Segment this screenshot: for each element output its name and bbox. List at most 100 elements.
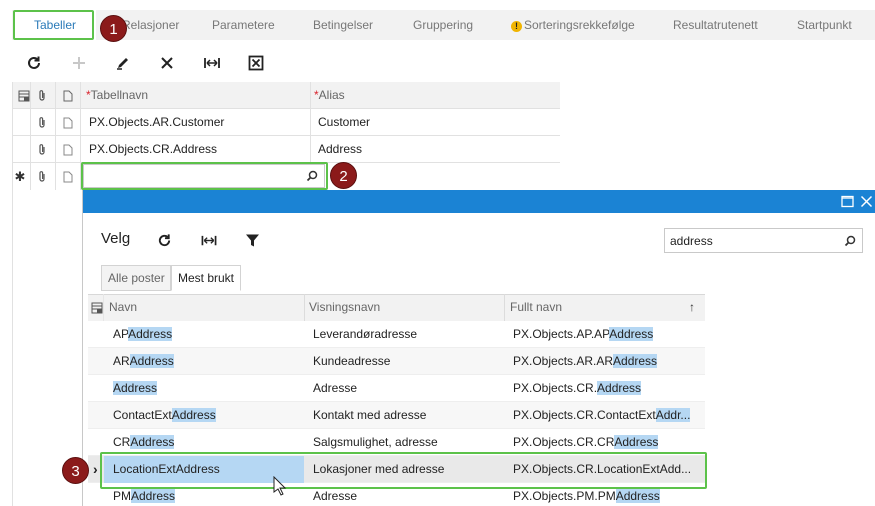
display-name: Kundeadresse	[313, 354, 391, 368]
lookup-cell-visningsnavn[interactable]: Leverandøradresse	[313, 321, 499, 348]
column-header-fullt-navn[interactable]: Fullt navn	[510, 294, 680, 321]
table-name-input[interactable]	[83, 164, 325, 188]
row-settings-icon[interactable]	[91, 302, 103, 314]
refresh-icon[interactable]	[157, 233, 172, 248]
table-row-2-alias[interactable]: Address	[318, 136, 548, 163]
full-name-match: Address	[609, 327, 654, 341]
delete-button[interactable]	[154, 50, 180, 76]
tab-startpunkt[interactable]: Startpunkt	[797, 10, 852, 40]
column-header-alias[interactable]: *Alias	[314, 82, 554, 109]
attachment-icon[interactable]	[30, 163, 54, 190]
fit-columns-icon[interactable]	[200, 233, 218, 248]
mouse-cursor-icon	[273, 476, 287, 496]
lookup-cell-visningsnavn[interactable]: Kundeadresse	[313, 348, 499, 375]
lookup-cell-fullt-navn[interactable]: PX.Objects.CR.ContactExtAddr...	[513, 402, 699, 429]
edit-button[interactable]	[110, 50, 136, 76]
grid-column-divider	[80, 82, 81, 190]
lookup-cell-navn[interactable]: LocationExtAddress	[113, 456, 299, 483]
column-header-alias-label: Alias	[318, 88, 345, 102]
refresh-button[interactable]	[21, 50, 47, 76]
full-name-prefix: PX.Objects.CR.	[513, 381, 598, 395]
full-name-prefix: PX.Objects.PM.PM	[513, 489, 616, 503]
grid-toolbar	[12, 44, 875, 82]
name-prefix: AP	[113, 327, 129, 341]
maximize-icon[interactable]	[840, 194, 855, 209]
lookup-cell-fullt-navn[interactable]: PX.Objects.PM.PMAddress	[513, 483, 699, 506]
display-name: Leverandøradresse	[313, 327, 418, 341]
note-icon[interactable]	[56, 136, 80, 163]
display-name: Salgsmulighet, adresse	[313, 435, 438, 449]
grid-divider	[12, 108, 560, 109]
search-icon[interactable]	[306, 170, 318, 182]
export-excel-button[interactable]	[243, 50, 269, 76]
full-name-match: Address	[597, 381, 642, 395]
lookup-panel: Velg address Alle poster Mest brukt Navn…	[82, 190, 875, 506]
name-prefix: CR	[113, 435, 131, 449]
lookup-cell-navn[interactable]: Address	[113, 375, 299, 402]
step-badge-2: 2	[330, 162, 357, 189]
grid-divider	[12, 135, 560, 136]
grid-left-border	[12, 82, 13, 506]
lookup-cell-fullt-navn[interactable]: PX.Objects.CR.CRAddress	[513, 429, 699, 456]
tab-resultatrutenett[interactable]: Resultatrutenett	[673, 10, 758, 40]
grid-column-divider	[30, 82, 31, 190]
fit-columns-button[interactable]	[199, 50, 225, 76]
close-icon[interactable]	[859, 194, 874, 209]
lookup-cell-visningsnavn[interactable]: Salgsmulighet, adresse	[313, 429, 499, 456]
display-name: Kontakt med adresse	[313, 408, 427, 422]
lookup-cell-fullt-navn[interactable]: PX.Objects.CR.Address	[513, 375, 699, 402]
column-divider	[504, 294, 505, 321]
tab-tabeller[interactable]: Tabeller	[14, 10, 96, 40]
lookup-cell-visningsnavn[interactable]: Adresse	[313, 483, 499, 506]
lookup-cell-navn[interactable]: ContactExtAddress	[113, 402, 299, 429]
name-match: Address	[113, 381, 158, 395]
lookup-cell-navn[interactable]: ARAddress	[113, 348, 299, 375]
tab-alle-poster[interactable]: Alle poster	[101, 265, 171, 291]
edit-icon	[117, 58, 128, 70]
attachment-icon[interactable]	[30, 136, 54, 163]
add-button[interactable]	[66, 50, 92, 76]
full-name-prefix: PX.Objects.CR.LocationExtAdd...	[513, 462, 692, 476]
tab-relasjoner[interactable]: Relasjoner	[122, 10, 179, 40]
name-match: Address	[171, 408, 216, 422]
full-name-prefix: PX.Objects.AR.AR	[513, 354, 614, 368]
tab-parametere[interactable]: Parametere	[212, 10, 275, 40]
select-button[interactable]: Velg	[101, 230, 130, 247]
column-header-navn[interactable]: Navn	[109, 294, 299, 321]
display-name: Adresse	[313, 489, 358, 503]
lookup-cell-navn[interactable]: PMAddress	[113, 483, 299, 506]
lookup-cell-navn[interactable]: CRAddress	[113, 429, 299, 456]
filter-icon[interactable]	[245, 233, 260, 248]
tab-gruppering[interactable]: Gruppering	[413, 10, 473, 40]
lookup-cell-visningsnavn[interactable]: Kontakt med adresse	[313, 402, 499, 429]
name-match: Address	[129, 354, 174, 368]
lookup-search-input[interactable]: address	[664, 228, 863, 253]
table-row-1-alias[interactable]: Customer	[318, 109, 548, 136]
attachment-icon[interactable]	[30, 109, 54, 136]
lookup-cell-visningsnavn[interactable]: Lokasjoner med adresse	[313, 456, 499, 483]
note-icon[interactable]	[56, 109, 80, 136]
add-icon	[73, 57, 85, 69]
column-header-tabellnavn[interactable]: *Tabellnavn	[86, 82, 306, 109]
lookup-cell-visningsnavn[interactable]: Adresse	[313, 375, 499, 402]
table-row-2-tabellnavn[interactable]: PX.Objects.CR.Address	[89, 136, 304, 163]
full-name-match: Address	[614, 435, 659, 449]
name-match: Address	[131, 489, 176, 503]
lookup-cell-fullt-navn[interactable]: PX.Objects.CR.LocationExtAdd...	[513, 456, 699, 483]
table-row-1-tabellnavn[interactable]: PX.Objects.AR.Customer	[89, 109, 304, 136]
column-header-visningsnavn[interactable]: Visningsnavn	[309, 294, 499, 321]
lookup-cell-fullt-navn[interactable]: PX.Objects.AR.ARAddress	[513, 348, 699, 375]
note-header-icon	[56, 82, 80, 109]
tab-betingelser[interactable]: Betingelser	[313, 10, 373, 40]
step-badge-1: 1	[100, 15, 127, 42]
tab-sorteringsrekkefolge[interactable]: ! Sorteringsrekkefølge	[511, 10, 635, 40]
search-icon[interactable]	[844, 235, 856, 247]
lookup-cell-navn[interactable]: APAddress	[113, 321, 299, 348]
tab-mest-brukt[interactable]: Mest brukt	[171, 265, 241, 291]
refresh-icon	[28, 56, 40, 69]
lookup-cell-fullt-navn[interactable]: PX.Objects.AP.APAddress	[513, 321, 699, 348]
name-prefix: LocationExt	[113, 462, 176, 476]
lookup-title-bar	[83, 190, 875, 213]
note-icon[interactable]	[56, 163, 80, 190]
grid-column-divider	[310, 82, 311, 163]
